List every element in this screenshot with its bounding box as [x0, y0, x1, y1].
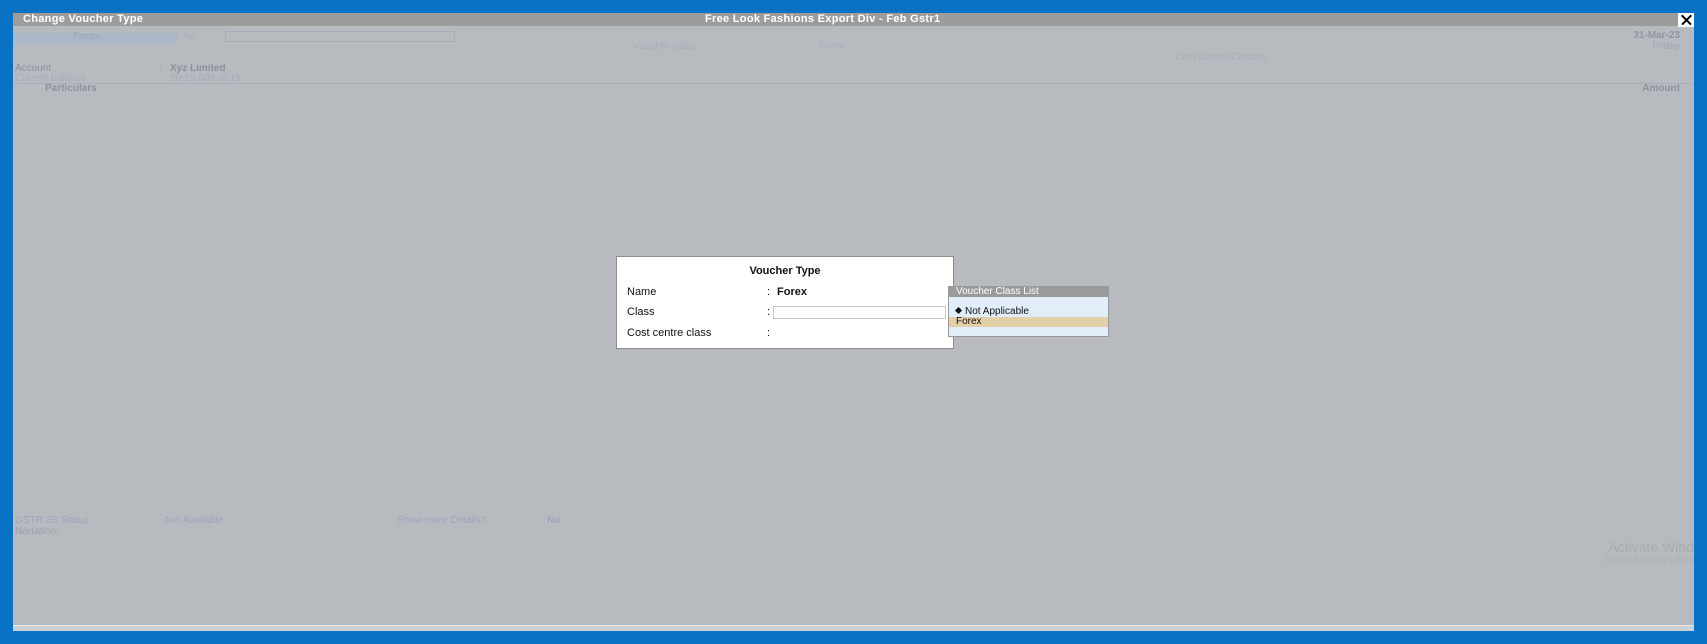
show-more-label: Show more Details? [397, 515, 487, 526]
class-colon: : [767, 306, 771, 318]
cost-centre-colon: : [1318, 52, 1321, 63]
voucher-class-list: Voucher Class List Not Applicable Forex [948, 286, 1109, 337]
name-label: Name [627, 286, 657, 298]
header-divider [13, 83, 1694, 84]
class-input[interactable] [773, 306, 946, 319]
cost-centre-class-colon: : [767, 327, 771, 339]
gstr-status-value: Not Available [165, 515, 224, 526]
app-frame: Change Voucher Type Free Look Fashions E… [13, 13, 1694, 631]
list-item-forex[interactable]: Forex [956, 316, 982, 327]
voucher-class-value: Forex [819, 41, 845, 52]
activate-windows-hint: Go to Settings to a [1602, 554, 1694, 566]
voucher-class-list-title: Voucher Class List [956, 286, 1039, 297]
bottom-bar [13, 625, 1694, 631]
voucher-type-dialog: Voucher Type Name : Forex Class : Cost c… [616, 256, 954, 349]
close-icon[interactable] [1678, 13, 1694, 27]
dialog-title: Voucher Type [749, 265, 821, 277]
window-title: Change Voucher Type [23, 13, 144, 25]
cost-centre-class-label: Cost centre class [627, 327, 712, 339]
voucher-class-list-header: Voucher Class List [949, 287, 1108, 297]
class-label: Class [627, 306, 655, 318]
voucher-day: Friday [1652, 41, 1680, 52]
voucher-date: 31-Mar-23 [1633, 30, 1680, 41]
company-name: Free Look Fashions Export Div - Feb Gstr… [705, 13, 941, 25]
amount-header: Amount [1642, 83, 1680, 94]
voucher-class-label: Voucher class [633, 41, 696, 52]
name-colon: : [767, 286, 771, 298]
cost-centre-label: Cost Centre/Classes [1175, 52, 1267, 63]
gstr-status-label: GSTR 2B Status [15, 515, 89, 526]
account-colon: : [160, 63, 163, 74]
narration-label: Narration: [15, 526, 59, 537]
name-value: Forex [777, 286, 807, 298]
activate-windows-watermark: Activate Wind [1608, 539, 1694, 555]
voucher-no-label: No. [183, 31, 199, 42]
voucher-type-label: Forex [73, 31, 101, 42]
list-item-label: Forex [956, 316, 982, 327]
voucher-no-input [225, 31, 455, 42]
show-more-value: No [547, 515, 561, 526]
diamond-bullet-icon [954, 306, 963, 315]
particulars-header: Particulars [45, 83, 97, 94]
title-bar: Change Voucher Type Free Look Fashions E… [13, 13, 1694, 27]
